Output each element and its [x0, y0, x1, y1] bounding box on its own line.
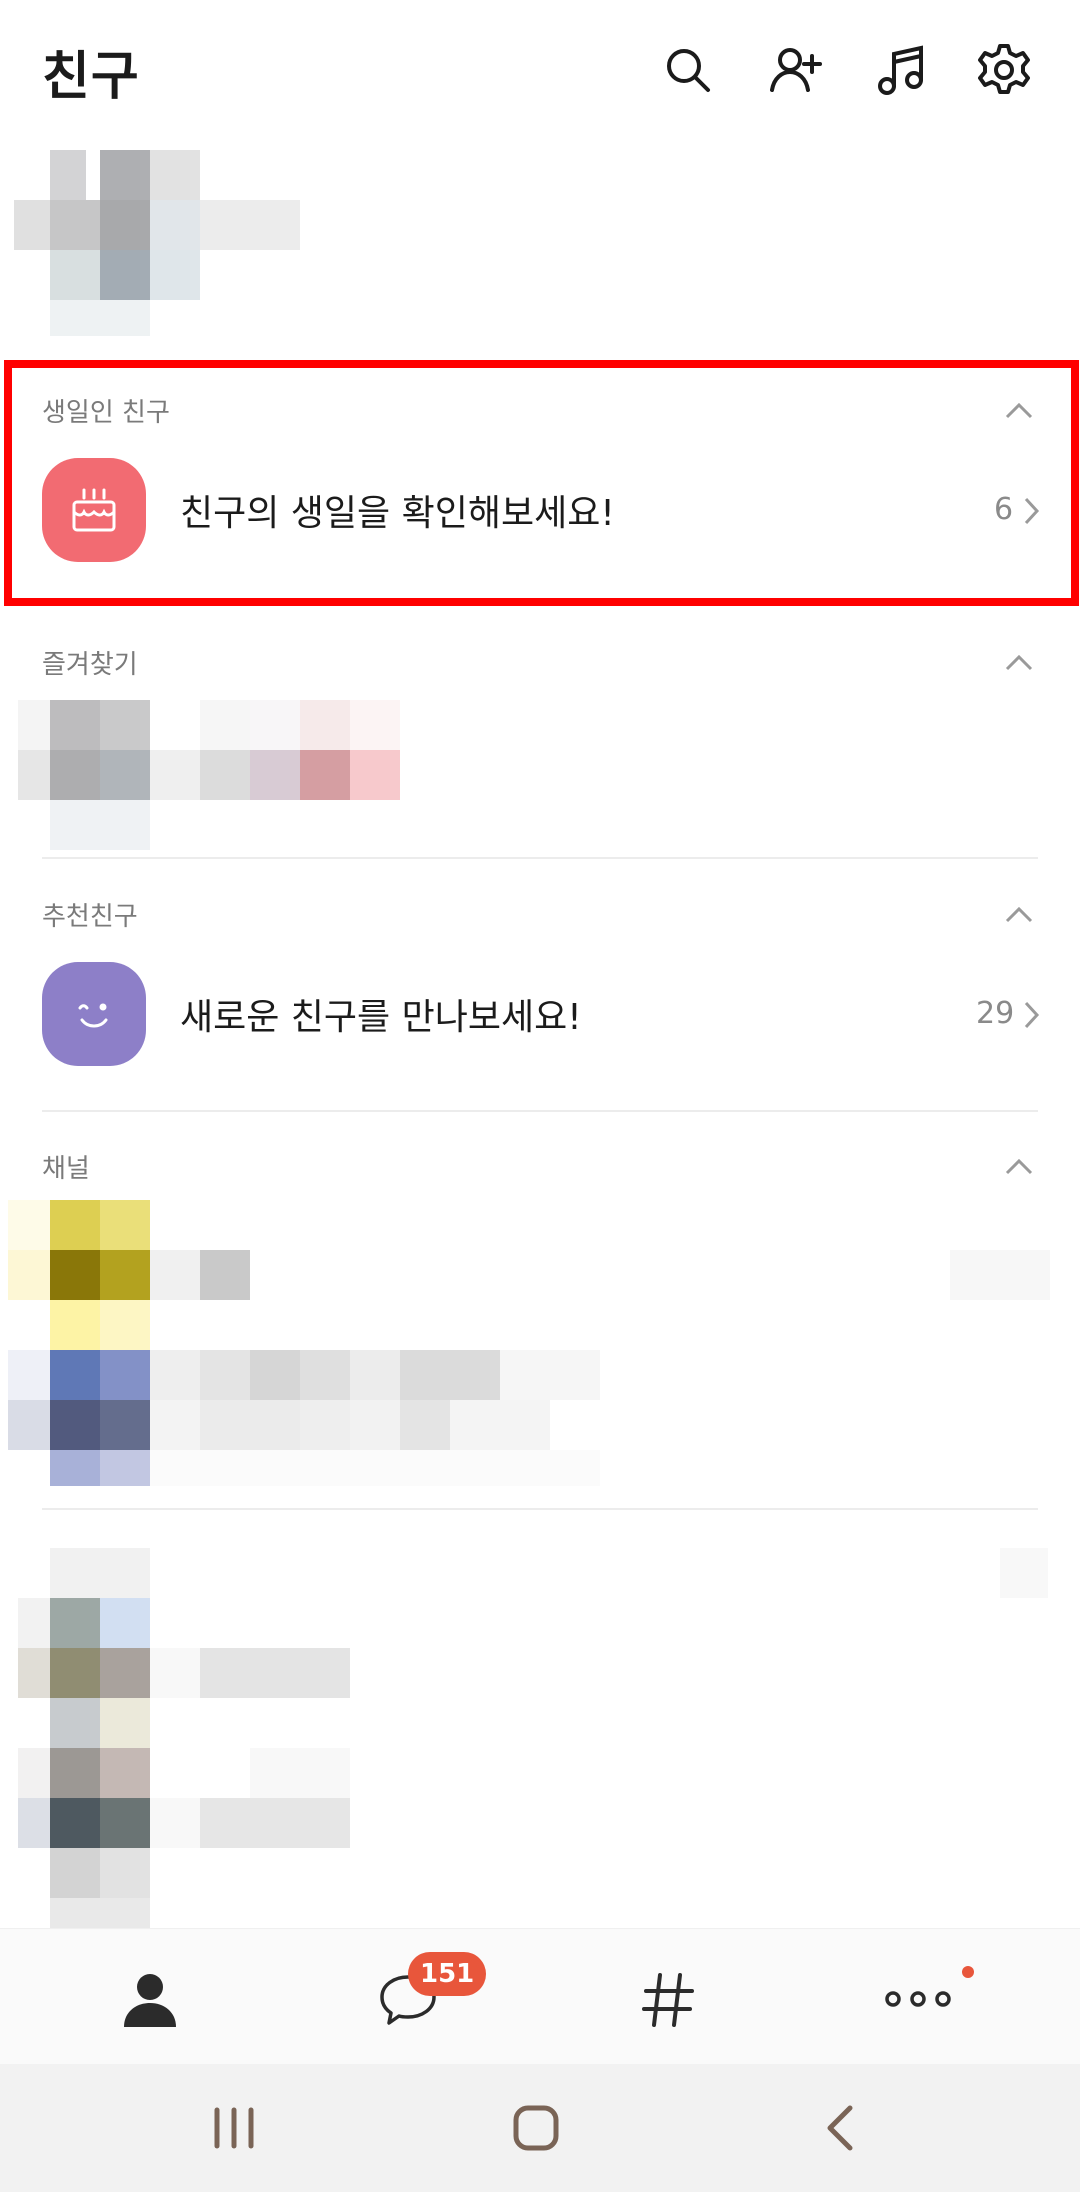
back-button[interactable]: [800, 2088, 880, 2168]
chat-unread-badge: 151: [408, 1952, 487, 1996]
chevron-right-icon[interactable]: [1022, 1000, 1040, 1030]
openchat-tab[interactable]: [618, 1949, 718, 2049]
favorites-collapse-icon[interactable]: [1004, 652, 1034, 672]
bottom-tab-bar: [0, 1928, 1080, 2064]
channel-section-label: 채널: [42, 1154, 90, 1184]
person-icon: [124, 1974, 176, 2027]
hashtag-icon: [642, 1973, 694, 2027]
more-dots-icon: [885, 1991, 951, 2007]
recommended-row-text[interactable]: 새로운 친구를 만나보세요!: [180, 988, 582, 1040]
recent-apps-icon: [214, 2107, 254, 2149]
home-button[interactable]: [496, 2088, 576, 2168]
favorites-section-label: 즐겨찾기: [42, 650, 138, 680]
system-nav-bar: [0, 2064, 1080, 2192]
channel-collapse-icon[interactable]: [1004, 1156, 1034, 1176]
more-notification-dot: [962, 1966, 974, 1978]
recommended-count: 29: [976, 996, 1015, 1031]
home-icon: [513, 2105, 559, 2151]
back-icon: [827, 2105, 853, 2151]
section-divider: [42, 1508, 1038, 1510]
section-divider: [42, 1110, 1038, 1112]
page-title: 친구: [42, 47, 140, 107]
recent-apps-button[interactable]: [194, 2088, 274, 2168]
recommended-collapse-icon[interactable]: [1004, 904, 1034, 924]
channel-list-2-blurred[interactable]: [18, 1548, 1048, 1928]
section-divider: [42, 857, 1038, 859]
recommended-section-label: 추천친구: [42, 902, 138, 932]
friends-tab[interactable]: [100, 1949, 200, 2049]
highlight-box: [4, 360, 1079, 606]
favorite-friend-blurred[interactable]: [18, 700, 402, 850]
more-tab[interactable]: [868, 1949, 968, 2049]
smile-icon: [42, 962, 146, 1066]
add-friend-icon[interactable]: [766, 40, 826, 100]
my-profile-blurred[interactable]: [14, 150, 304, 336]
search-icon[interactable]: [658, 40, 718, 100]
channel-list-blurred[interactable]: [8, 1200, 1058, 1486]
music-icon[interactable]: [872, 40, 932, 100]
app-header: 친구: [0, 0, 1080, 140]
settings-icon[interactable]: [974, 40, 1034, 100]
